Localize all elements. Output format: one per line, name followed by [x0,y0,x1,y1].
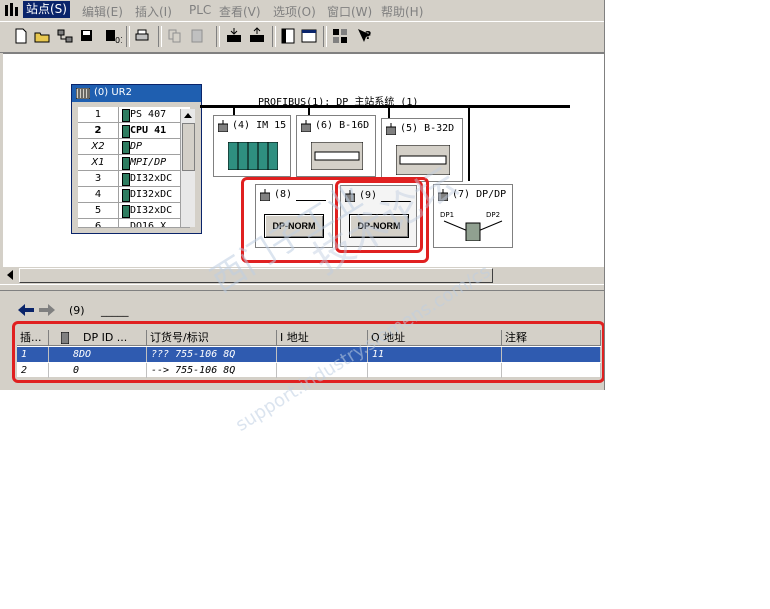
toolbar: 01 ? [0,21,604,53]
hardware-catalog-icon[interactable] [331,27,349,45]
module-icon [122,205,130,218]
station-6[interactable]: (6) B-16D [296,115,376,177]
bus-drop [388,108,390,118]
slot-number: X2 [78,139,119,154]
horizontal-scrollbar[interactable] [3,267,604,283]
slot-number: 4 [78,187,119,202]
menu-insert[interactable]: 插入(I) [135,3,172,20]
module-name: DI32xDC [130,173,173,184]
compile-icon[interactable]: 01 [104,27,122,45]
dp-coupler-icon [443,220,503,241]
module-icon [122,141,130,154]
module-name: DI32xDC [130,205,173,216]
forward-arrow-icon[interactable] [38,303,56,317]
station-icon [260,189,270,201]
im-module-icon [228,142,278,170]
rack-row[interactable]: 5 DI32xDC [78,203,190,219]
profibus-line[interactable] [200,105,570,108]
module-icon [122,125,130,138]
slot-number: 6 [78,219,119,227]
window-icon[interactable] [300,27,318,45]
module-name: DO16 X [130,221,167,228]
new-icon[interactable] [12,27,30,45]
detail-station-label: (9) [69,304,85,317]
slot-number: 2 [78,123,119,138]
module-name: DP [130,141,143,152]
station-title: (8) [274,189,293,200]
station-icon [301,120,311,132]
module-icon [122,109,130,122]
help-icon[interactable]: ? [356,27,374,45]
copy-icon[interactable] [166,27,184,45]
rack-row[interactable]: 1 PS 407 [78,107,190,123]
menu-station[interactable]: 站点(S) [23,1,70,18]
paste-icon[interactable] [189,27,207,45]
svg-text:01: 01 [115,36,122,45]
menu-plc[interactable]: PLC [189,3,211,17]
rack-row[interactable]: 3 DI32xDC [78,171,190,187]
download-icon[interactable] [225,27,243,45]
module-name: DI32xDC [130,189,173,200]
menu-edit[interactable]: 编辑(E) [82,3,123,20]
menu-options[interactable]: 选项(O) [273,3,316,20]
module-name: MPI/DP [130,157,167,168]
slot-number: 3 [78,171,119,186]
bus-drop [468,108,470,181]
app-icon[interactable] [4,2,20,18]
scroll-left-icon[interactable] [6,270,14,280]
dp2-label: DP2 [486,211,501,219]
pane-splitter[interactable] [0,284,604,291]
detail-station-name: _____ [101,304,129,317]
open-icon[interactable] [33,27,51,45]
scroll-thumb[interactable] [182,123,195,171]
rack-ur2[interactable]: (0) UR2 1 PS 407 2 CPU 41 X2 DP X1 MPI/DP 3D… [71,84,202,234]
menu-window[interactable]: 窗口(W) [327,3,372,20]
module-name: CPU 41 [130,125,167,136]
toolbar-separator [323,26,327,47]
station-title: (6) B-16D [315,120,370,131]
toolbar-separator [216,26,220,47]
station-title: (4) IM 15 [232,120,287,131]
io-block-icon [311,142,363,170]
network-icon[interactable] [56,27,74,45]
scroll-up-icon[interactable] [183,111,193,119]
menu-help[interactable]: 帮助(H) [381,3,423,20]
toolbar-separator [126,26,130,47]
save-icon[interactable] [78,27,96,45]
module-icon [122,157,130,170]
rack-title-bar: (0) UR2 [72,85,201,102]
rack-row[interactable]: 4 DI32xDC [78,187,190,203]
slot-number: 1 [78,107,119,122]
print-icon[interactable] [133,27,151,45]
slot-number: 5 [78,203,119,218]
slot-number: X1 [78,155,119,170]
rack-scrollbar[interactable] [180,109,195,227]
menu-view[interactable]: 查看(V) [219,3,261,20]
station-icon [386,123,396,135]
module-icon [122,189,130,202]
toolbar-separator [272,26,276,47]
rack-icon [76,88,90,99]
station-title: (5) B-32D [400,123,455,134]
rack-title: (0) UR2 [94,87,132,98]
rack-row[interactable]: 2 CPU 41 [78,123,190,139]
station-icon [218,120,228,132]
toolbar-separator [158,26,162,47]
svg-text:?: ? [365,29,371,42]
rack-row[interactable]: 6 DO16 X [78,219,190,228]
rack-row[interactable]: X1 MPI/DP [78,155,190,171]
station-4[interactable]: (4) IM 15 [213,115,291,177]
rack-row[interactable]: X2 DP [78,139,190,155]
back-arrow-icon[interactable] [17,303,35,317]
catalog-icon[interactable] [279,27,297,45]
module-name: PS 407 [130,109,167,120]
module-icon [122,173,130,186]
upload-icon[interactable] [248,27,266,45]
menu-bar: 站点(S) 编辑(E) 插入(I) PLC 查看(V) 选项(O) 窗口(W) … [0,0,604,20]
